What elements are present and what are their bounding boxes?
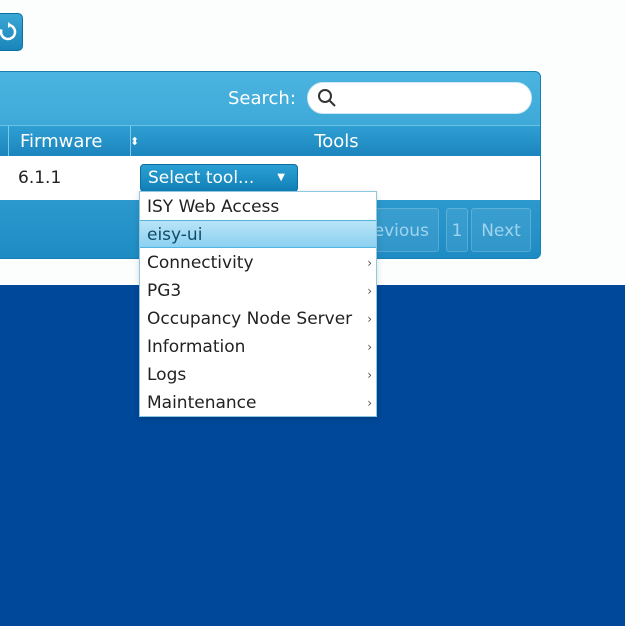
select-tool-label: Select tool...: [148, 168, 255, 188]
menu-item-maintenance[interactable]: Maintenance ›: [140, 389, 376, 417]
menu-item-label: ISY Web Access: [147, 197, 280, 217]
column-header-tools-label: Tools: [314, 131, 359, 152]
search-icon: [318, 89, 336, 107]
search-input[interactable]: [307, 82, 532, 114]
column-header-tools: Tools: [130, 126, 540, 157]
column-header-firmware-label: Firmware: [20, 131, 103, 152]
caret-down-icon: ▼: [277, 172, 285, 183]
firmware-value: 6.1.1: [18, 168, 62, 188]
chevron-right-icon: ›: [367, 396, 372, 410]
menu-item-label: eisy-ui: [147, 225, 203, 245]
tool-menu: ISY Web Access eisy-ui Connectivity › PG…: [139, 191, 377, 417]
menu-item-occupancy-node-server[interactable]: Occupancy Node Server ›: [140, 305, 376, 333]
column-header-firmware[interactable]: Firmware ⬍: [8, 126, 139, 157]
menu-item-logs[interactable]: Logs ›: [140, 361, 376, 389]
menu-item-label: PG3: [147, 281, 182, 301]
search-bar: Search:: [0, 72, 540, 125]
chevron-right-icon: ›: [367, 256, 372, 270]
menu-item-label: Connectivity: [147, 253, 254, 273]
page: Search: Firmware ⬍ Tools 6.1.1 Select to…: [0, 0, 625, 626]
menu-item-label: Occupancy Node Server: [147, 309, 353, 329]
chevron-right-icon: ›: [367, 312, 372, 326]
refresh-icon: [0, 22, 17, 41]
menu-item-label: Logs: [147, 365, 187, 385]
menu-item-isy-web-access[interactable]: ISY Web Access: [140, 193, 376, 221]
search-label: Search:: [228, 88, 296, 109]
table-header: Firmware ⬍ Tools: [0, 125, 540, 157]
menu-item-pg3[interactable]: PG3 ›: [140, 277, 376, 305]
menu-item-label: Information: [147, 337, 246, 357]
menu-item-eisy-ui[interactable]: eisy-ui: [140, 220, 376, 248]
select-tool-dropdown[interactable]: Select tool... ▼: [140, 164, 298, 192]
menu-item-label: Maintenance: [147, 393, 257, 413]
page-1-button[interactable]: 1: [446, 208, 468, 252]
refresh-button[interactable]: [0, 13, 23, 51]
chevron-right-icon: ›: [367, 284, 372, 298]
menu-item-connectivity[interactable]: Connectivity ›: [140, 249, 376, 277]
next-page-button[interactable]: Next: [471, 208, 531, 252]
chevron-right-icon: ›: [367, 340, 372, 354]
menu-item-information[interactable]: Information ›: [140, 333, 376, 361]
chevron-right-icon: ›: [367, 368, 372, 382]
